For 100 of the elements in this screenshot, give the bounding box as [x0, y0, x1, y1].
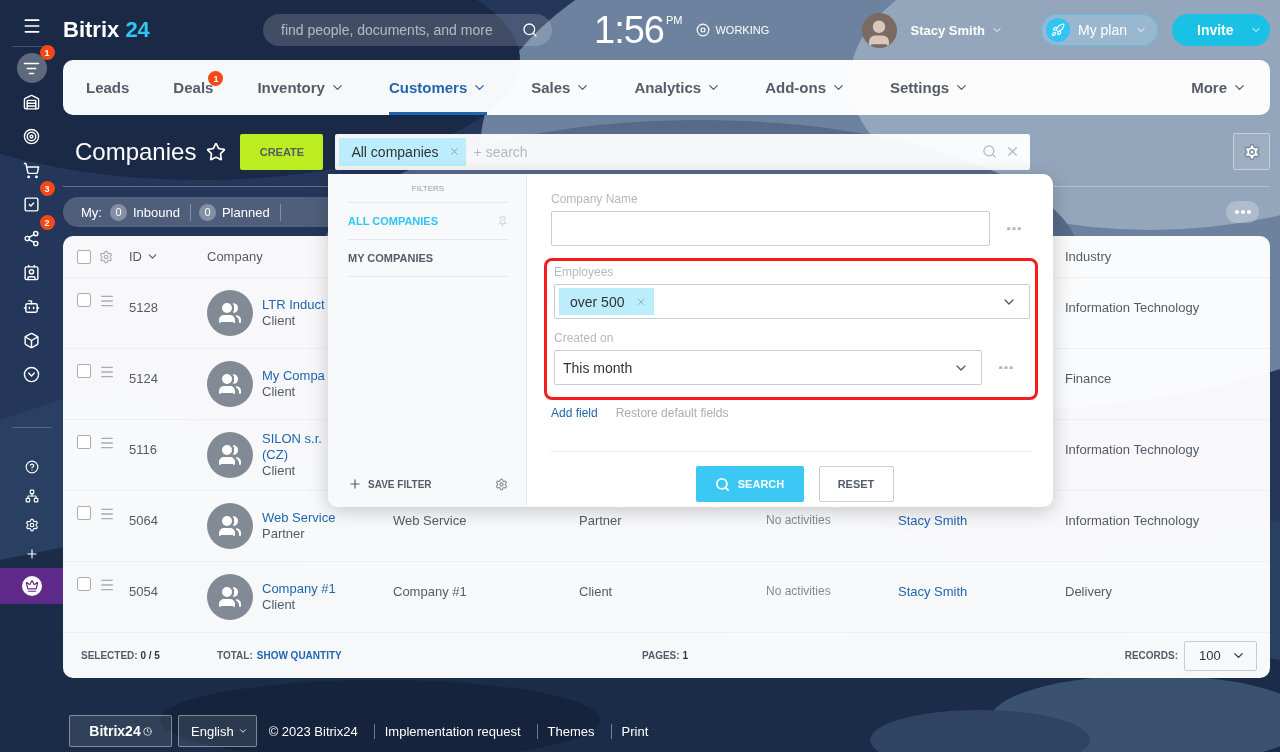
- company-link[interactable]: Company #1: [262, 581, 336, 597]
- plus-icon: [24, 546, 39, 561]
- footer-link[interactable]: Print: [610, 723, 659, 739]
- table-cell-text: Company #1: [393, 583, 468, 601]
- records-label: RECORDS:: [1124, 650, 1178, 661]
- table-cell-text: Information Technology: [1065, 299, 1201, 317]
- nav-tab[interactable]: Leads: [86, 60, 130, 115]
- more-button[interactable]: [1226, 201, 1259, 223]
- checkbox[interactable]: [77, 249, 91, 264]
- field-label: Created on: [554, 331, 615, 345]
- nav-tab[interactable]: Sales: [531, 60, 591, 115]
- nav-tab[interactable]: Inventory: [257, 60, 345, 115]
- drag-handle-icon[interactable]: [99, 293, 115, 309]
- nav-tab[interactable]: Add-ons: [765, 60, 846, 115]
- checkbox[interactable]: [77, 435, 91, 449]
- more-icon[interactable]: [999, 365, 1013, 370]
- star-icon[interactable]: [206, 141, 227, 162]
- counter[interactable]: 0 Planned: [198, 203, 281, 221]
- reset-button[interactable]: RESET: [818, 466, 894, 502]
- drag-handle-icon[interactable]: [99, 577, 115, 593]
- drag-handle-icon[interactable]: [99, 364, 115, 380]
- remove-icon[interactable]: [448, 146, 460, 157]
- checkbox[interactable]: [77, 506, 91, 520]
- company-link[interactable]: SILON s.r.: [262, 431, 322, 447]
- counter[interactable]: 0 Inbound: [109, 203, 191, 221]
- company-link[interactable]: (CZ): [262, 447, 322, 463]
- add-field-link[interactable]: Add field: [551, 406, 598, 420]
- company-link[interactable]: LTR Induct: [262, 297, 325, 313]
- field-label: Employees: [554, 265, 615, 279]
- company-type: Client: [262, 597, 297, 613]
- language-select[interactable]: English: [178, 715, 257, 747]
- table-cell-text: Finance: [1065, 370, 1113, 388]
- footer-link[interactable]: Themes: [536, 723, 605, 739]
- value-tag: over 500: [559, 288, 655, 315]
- nav-tab[interactable]: Analytics: [634, 60, 722, 115]
- search-icon[interactable]: [982, 144, 998, 159]
- company-type: Client: [262, 313, 297, 329]
- checkbox[interactable]: [77, 293, 91, 307]
- company-type: Client: [262, 463, 297, 479]
- checkbox[interactable]: [77, 577, 91, 591]
- checkbox[interactable]: [77, 364, 91, 378]
- table-cell-text: 5116: [129, 441, 158, 459]
- remove-icon[interactable]: [636, 296, 647, 307]
- table-cell-text: 5054: [129, 583, 159, 601]
- more-icon[interactable]: [1007, 226, 1021, 231]
- filter-preset-tag[interactable]: All companies: [339, 137, 466, 166]
- settings-button[interactable]: [1233, 133, 1270, 170]
- help-icon: [24, 459, 39, 474]
- column-header[interactable]: Industry: [1065, 249, 1270, 264]
- settings-icon: [1242, 142, 1261, 161]
- table-cell-text: Information Technology: [1065, 512, 1201, 530]
- nav-tab[interactable]: Settings: [890, 60, 970, 115]
- search-field[interactable]: find people, documents, and more: [263, 14, 552, 46]
- column-header[interactable]: ID: [129, 249, 207, 264]
- pages-count: PAGES: 1: [642, 650, 689, 661]
- nav-tab[interactable]: Customers: [388, 60, 488, 115]
- filter-search-bar[interactable]: All companies + search: [335, 133, 1031, 170]
- table-cell-text: No activities: [766, 512, 832, 529]
- company-link[interactable]: Web Service: [262, 510, 336, 526]
- target-icon: [23, 127, 40, 145]
- show-quantity-link[interactable]: SHOW QUANTITY: [256, 650, 342, 661]
- employees-field[interactable]: over 500: [554, 284, 1030, 319]
- field-label: Company Name: [551, 192, 639, 206]
- table-cell-text: 5064: [129, 512, 159, 530]
- box-icon: [23, 331, 40, 349]
- save-filter-button[interactable]: SAVE FILTER: [348, 477, 432, 491]
- total-label: TOTAL:: [217, 650, 253, 661]
- company-name-field[interactable]: [551, 211, 990, 246]
- responsible-link[interactable]: Stacy Smith: [898, 562, 1065, 632]
- table-cell-text: Client: [579, 583, 614, 601]
- checkbox-icon: [23, 195, 40, 213]
- footer-logo[interactable]: Bitrix24: [69, 715, 172, 747]
- people-icon: [218, 514, 242, 538]
- settings-icon[interactable]: [99, 249, 113, 264]
- search-placeholder: + search: [473, 143, 529, 160]
- settings-icon[interactable]: [495, 477, 508, 491]
- logo[interactable]: Bitrix 24: [63, 17, 263, 43]
- company-link[interactable]: My Compa: [262, 368, 325, 384]
- work-status[interactable]: WORKING: [696, 23, 770, 37]
- contact-card-icon: [23, 263, 40, 281]
- more-icon: [1234, 210, 1251, 214]
- drag-handle-icon[interactable]: [99, 435, 115, 451]
- table-cell-text: No activities: [766, 583, 832, 600]
- create-button[interactable]: CREATE: [240, 133, 324, 170]
- filter-preset[interactable]: MY COMPANIES: [348, 240, 508, 277]
- table-cell-text: Web Service: [393, 512, 468, 530]
- filters-heading: FILTERS: [348, 184, 508, 203]
- footer-link[interactable]: Implementation request: [373, 723, 531, 739]
- clock-time: 1:56: [594, 8, 664, 52]
- people-icon: [218, 301, 242, 325]
- sidebar-item[interactable]: [16, 53, 47, 83]
- nodes-icon: [23, 229, 40, 247]
- drag-handle-icon[interactable]: [99, 506, 115, 522]
- records-select[interactable]: 100: [1184, 640, 1257, 671]
- more-menu[interactable]: More: [1191, 60, 1247, 115]
- chevron-down-icon: [23, 365, 40, 383]
- upgrade-item[interactable]: [0, 568, 63, 604]
- warehouse-icon: [23, 93, 40, 111]
- created-on-select[interactable]: This month: [554, 350, 982, 385]
- network-icon: [24, 488, 39, 503]
